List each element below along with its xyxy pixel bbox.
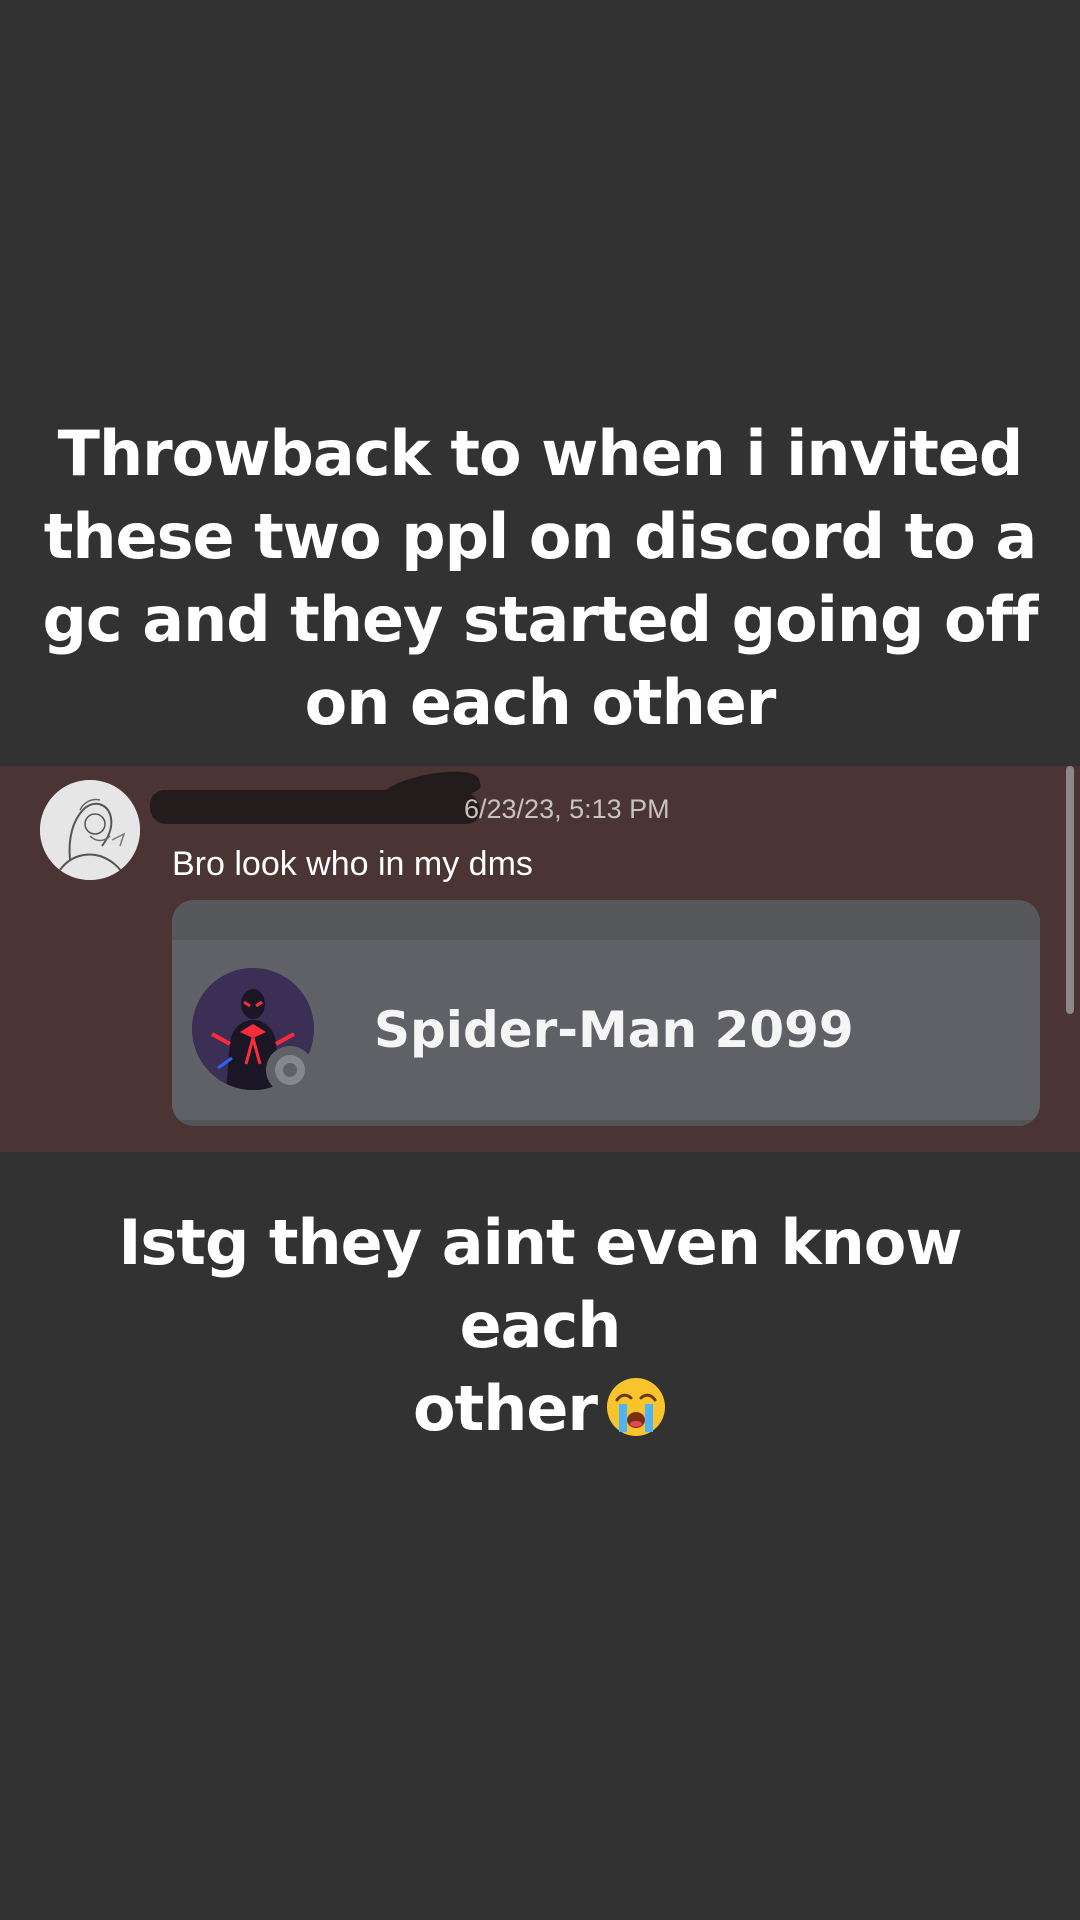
offline-status-icon [266, 1046, 314, 1094]
user-avatar[interactable] [40, 780, 140, 880]
discord-message-screenshot: 6/23/23, 5:13 PM Bro look who in my dms [0, 766, 1080, 1152]
caption-bottom: Istg they aint even know each other [40, 1201, 1040, 1458]
page: Throwback to when i invited these two pp… [0, 0, 1080, 1920]
message-timestamp: 6/23/23, 5:13 PM [464, 794, 670, 824]
profile-card[interactable]: Spider-Man 2099 [172, 900, 1040, 1126]
message-text: Bro look who in my dms [172, 845, 533, 883]
caption-top: Throwback to when i invited these two pp… [42, 417, 1039, 739]
profile-card-footer [172, 1120, 1040, 1126]
profile-card-banner [172, 900, 1040, 940]
sketch-avatar-icon [40, 780, 140, 880]
loudly-crying-face-icon [605, 1375, 667, 1458]
scrollbar[interactable] [1066, 766, 1074, 1014]
profile-avatar[interactable] [192, 968, 314, 1094]
profile-name[interactable]: Spider-Man 2099 [374, 1000, 854, 1060]
caption-bottom-line2: other [413, 1372, 598, 1445]
caption-bottom-line1: Istg they aint even know each [118, 1206, 962, 1362]
